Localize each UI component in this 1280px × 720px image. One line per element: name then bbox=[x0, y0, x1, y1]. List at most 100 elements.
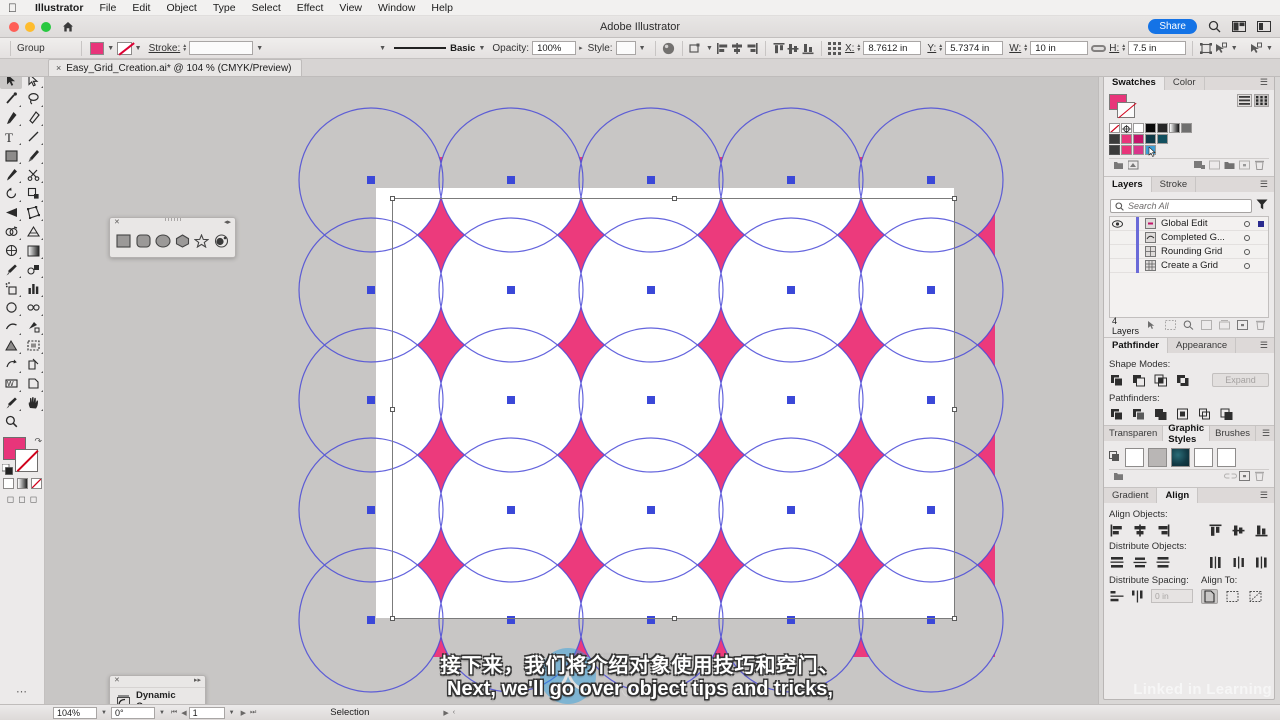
eye-icon[interactable] bbox=[1110, 219, 1125, 228]
new-color-group-icon[interactable] bbox=[1209, 160, 1220, 171]
tab-color[interactable]: Color bbox=[1165, 75, 1205, 90]
spacing-value-field[interactable]: 0 in bbox=[1151, 589, 1193, 603]
document-tab[interactable]: × Easy_Grid_Creation.ai* @ 104 % (CMYK/P… bbox=[48, 59, 302, 76]
stroke-profile-field[interactable] bbox=[266, 41, 376, 55]
brush-definition[interactable]: Basic bbox=[394, 43, 475, 54]
align-left-icon[interactable] bbox=[716, 41, 730, 56]
swatch-blue[interactable] bbox=[1145, 145, 1156, 157]
align-top-icon[interactable] bbox=[772, 41, 786, 56]
swap-fill-stroke-icon[interactable]: ↷ bbox=[34, 436, 42, 447]
pencil-tool[interactable] bbox=[0, 165, 22, 184]
menu-type[interactable]: Type bbox=[213, 2, 236, 14]
h-stepper[interactable]: ▲ ▼ bbox=[1121, 44, 1126, 53]
align-to-artboard-icon[interactable] bbox=[1224, 589, 1241, 604]
panel-menu-icon[interactable]: ☰ bbox=[1254, 177, 1274, 192]
column-graph-tool[interactable] bbox=[22, 279, 44, 298]
gradient-fill-button[interactable] bbox=[16, 478, 28, 489]
outline-icon[interactable] bbox=[1197, 407, 1212, 421]
crop-icon[interactable] bbox=[1175, 407, 1190, 421]
plugin-panel[interactable]: ✕ ▸▸ Dynamic Corners PathScribe Asset Ex… bbox=[109, 675, 206, 704]
y-field[interactable]: 5.7374 in bbox=[945, 41, 1004, 55]
delete-graphic-style-icon[interactable] bbox=[1254, 471, 1265, 482]
x-stepper[interactable]: ▲ ▼ bbox=[856, 44, 861, 53]
plugin-item-dynamic-corners[interactable]: Dynamic Corners bbox=[110, 687, 205, 704]
dist-bottom-icon[interactable] bbox=[1155, 555, 1170, 569]
chevron-down-icon[interactable]: ▼ bbox=[475, 45, 488, 52]
align-hcenter-icon[interactable] bbox=[1132, 523, 1147, 537]
swatch-registration[interactable] bbox=[1121, 123, 1132, 133]
opacity-ball-icon[interactable] bbox=[661, 41, 675, 56]
status-resize-icon[interactable]: ‹ bbox=[451, 709, 457, 716]
chevron-down-icon[interactable]: ▼ bbox=[104, 45, 117, 52]
selection-handle[interactable] bbox=[672, 616, 677, 621]
close-icon[interactable]: ✕ bbox=[114, 676, 120, 684]
hand-tool[interactable] bbox=[22, 393, 44, 412]
close-icon[interactable]: × bbox=[56, 63, 61, 73]
image-trace-tool[interactable]: W bbox=[0, 374, 22, 393]
layer-row-create-a-grid[interactable]: Create a Grid bbox=[1110, 258, 1268, 273]
selection-handle[interactable] bbox=[952, 616, 957, 621]
opacity-label[interactable]: Opacity: bbox=[492, 43, 529, 54]
symbol-sprayer-tool[interactable] bbox=[0, 279, 22, 298]
chevron-down-icon[interactable]: ▼ bbox=[1263, 45, 1276, 52]
align-left-icon[interactable] bbox=[1109, 523, 1124, 537]
rectangle-icon[interactable] bbox=[115, 233, 132, 250]
target-indicator[interactable] bbox=[1240, 262, 1254, 269]
swatch-teal[interactable] bbox=[1157, 134, 1168, 144]
tab-appearance[interactable]: Appearance bbox=[1168, 338, 1237, 353]
x-field[interactable]: 8.7612 in bbox=[863, 41, 922, 55]
scale-tool[interactable] bbox=[22, 184, 44, 203]
opacity-field[interactable]: 100% bbox=[532, 41, 577, 55]
unite-icon[interactable] bbox=[1109, 373, 1124, 387]
graphic-style-white-2[interactable] bbox=[1194, 448, 1213, 467]
swatch-options-icon[interactable] bbox=[1194, 160, 1205, 171]
tab-transparency[interactable]: Transparen bbox=[1104, 426, 1164, 441]
panel-menu-icon[interactable]: ☰ bbox=[1254, 488, 1274, 503]
zoom-level-field[interactable]: 104% bbox=[53, 706, 97, 719]
select-similar-options-icon[interactable] bbox=[1249, 41, 1263, 56]
default-style-icon[interactable] bbox=[1109, 450, 1121, 465]
rounded-rectangle-icon[interactable] bbox=[135, 233, 152, 250]
tab-pathfinder[interactable]: Pathfinder bbox=[1104, 338, 1168, 353]
delete-layer-icon[interactable] bbox=[1255, 320, 1266, 331]
swatch-pink-3[interactable] bbox=[1133, 145, 1144, 155]
share-button[interactable]: Share bbox=[1148, 19, 1197, 34]
prev-page-icon[interactable]: ◀ bbox=[179, 709, 188, 717]
swatch-white[interactable] bbox=[1133, 123, 1144, 133]
align-bottom-icon[interactable] bbox=[1254, 523, 1269, 537]
next-page-icon[interactable]: ▶ bbox=[239, 709, 248, 717]
layer-name[interactable]: Global Edit bbox=[1161, 218, 1240, 229]
eyedropper-tool[interactable] bbox=[0, 260, 22, 279]
slice-tool[interactable] bbox=[22, 298, 44, 317]
h-field[interactable]: 7.5 in bbox=[1128, 41, 1187, 55]
selection-handle[interactable] bbox=[390, 616, 395, 621]
menu-object[interactable]: Object bbox=[166, 2, 196, 14]
artboard-tool[interactable] bbox=[0, 298, 22, 317]
panel-menu-icon[interactable]: ☰ bbox=[1254, 75, 1274, 90]
new-folder-icon[interactable] bbox=[1224, 160, 1235, 171]
zoom-tool[interactable] bbox=[0, 412, 22, 431]
new-swatch-icon[interactable] bbox=[1239, 160, 1250, 171]
minus-back-icon[interactable] bbox=[1219, 407, 1234, 421]
chevron-down-icon[interactable]: ▼ bbox=[1228, 45, 1241, 52]
chevron-down-icon[interactable]: ▼ bbox=[225, 710, 239, 716]
stroke-swatch[interactable] bbox=[15, 449, 38, 472]
selection-handle[interactable] bbox=[672, 196, 677, 201]
swatch-gradient[interactable] bbox=[1169, 123, 1180, 133]
merge-icon[interactable] bbox=[1153, 407, 1168, 421]
screen-mode-normal-icon[interactable]: ◻ bbox=[7, 494, 14, 505]
filter-icon[interactable] bbox=[1256, 199, 1268, 213]
type-tool[interactable]: T bbox=[0, 127, 22, 146]
menu-window[interactable]: Window bbox=[378, 2, 415, 14]
panel-menu-icon[interactable]: ☰ bbox=[1254, 338, 1274, 353]
locate-object-icon[interactable] bbox=[1147, 320, 1158, 331]
maximize-window-button[interactable] bbox=[41, 21, 51, 32]
style-swatch[interactable] bbox=[615, 41, 636, 55]
screen-mode-presentation-icon[interactable]: ◻ bbox=[30, 494, 37, 505]
menu-view[interactable]: View bbox=[339, 2, 362, 14]
arrange-documents-icon[interactable] bbox=[1256, 20, 1272, 34]
rectangle-tool[interactable] bbox=[0, 146, 22, 165]
swatch-libraries-icon[interactable] bbox=[1113, 160, 1124, 171]
first-page-icon[interactable]: ⏮ bbox=[169, 709, 179, 717]
swatch-dark-teal[interactable] bbox=[1145, 134, 1156, 144]
